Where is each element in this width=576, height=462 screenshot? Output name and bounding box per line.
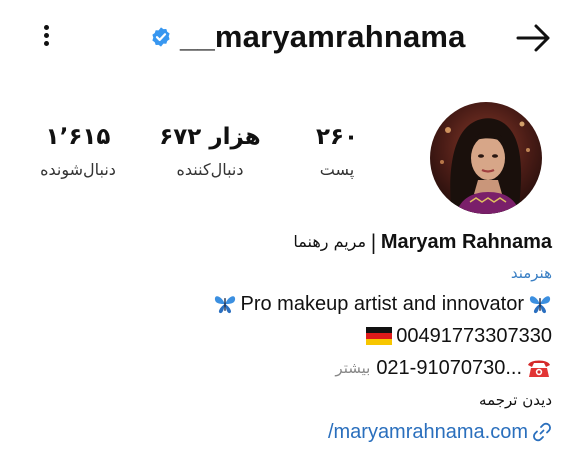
profile-username: __maryamrahnama [180, 19, 466, 54]
arrow-right-icon [516, 24, 550, 52]
avatar-photo [430, 102, 542, 214]
name-separator: | [370, 230, 377, 254]
profile-bio: مریم رهنما | Maryam Rahnama هنرمند Pro m… [22, 226, 552, 448]
link-icon [533, 422, 551, 442]
more-button[interactable]: بیشتر [335, 353, 370, 383]
profile-header: __maryamrahnama [0, 0, 576, 78]
display-name-en: Maryam Rahnama [380, 231, 552, 253]
butterfly-icon [529, 296, 551, 314]
bio-tagline: Pro makeup artist and innovator [22, 288, 552, 320]
website-link[interactable]: /maryamrahnama.com [22, 416, 552, 448]
profile-avatar[interactable] [430, 102, 542, 214]
following-label: دنبال‌شونده [40, 160, 116, 179]
germany-flag-icon [366, 327, 393, 345]
website-link-text[interactable]: /maryamrahnama.com [328, 417, 528, 447]
telephone-icon [528, 360, 550, 377]
followers-count: ۶۷۲ هزار [159, 124, 261, 150]
posts-count: ۲۶۰ [315, 124, 359, 150]
more-vertical-icon [34, 25, 58, 46]
following-count: ۱٬۶۱۵ [45, 124, 111, 150]
category-label: هنرمند [510, 264, 552, 282]
followers-stat[interactable]: ۶۷۲ هزار دنبال‌کننده [150, 122, 270, 179]
forward-button[interactable] [512, 20, 554, 56]
verified-badge-icon [152, 27, 170, 47]
followers-label: دنبال‌کننده [176, 160, 244, 179]
display-name-fa: مریم رهنما [293, 232, 367, 251]
username-title: __maryamrahnama [150, 14, 466, 60]
butterfly-icon [214, 296, 235, 314]
phone-de-number: 00491773307330 [396, 325, 552, 347]
posts-label: پست [319, 160, 355, 179]
display-name: مریم رهنما | Maryam Rahnama [22, 226, 552, 258]
phone-ir-number: 021-91070730... [376, 357, 522, 379]
phone-de-line: 00491773307330 [22, 320, 552, 352]
following-stat[interactable]: ۱٬۶۱۵ دنبال‌شونده [22, 122, 134, 179]
posts-stat[interactable]: ۲۶۰ پست [300, 122, 374, 179]
tagline-text: Pro makeup artist and innovator [240, 293, 525, 315]
more-options-button[interactable] [34, 22, 58, 56]
see-translation-button[interactable]: دیدن ترجمه [22, 384, 552, 416]
profile-stats: ۲۶۰ پست ۶۷۲ هزار دنبال‌کننده ۱٬۶۱۵ دنبال… [0, 122, 420, 202]
phone-ir-line: بیشتر 021-91070730... [22, 352, 552, 384]
